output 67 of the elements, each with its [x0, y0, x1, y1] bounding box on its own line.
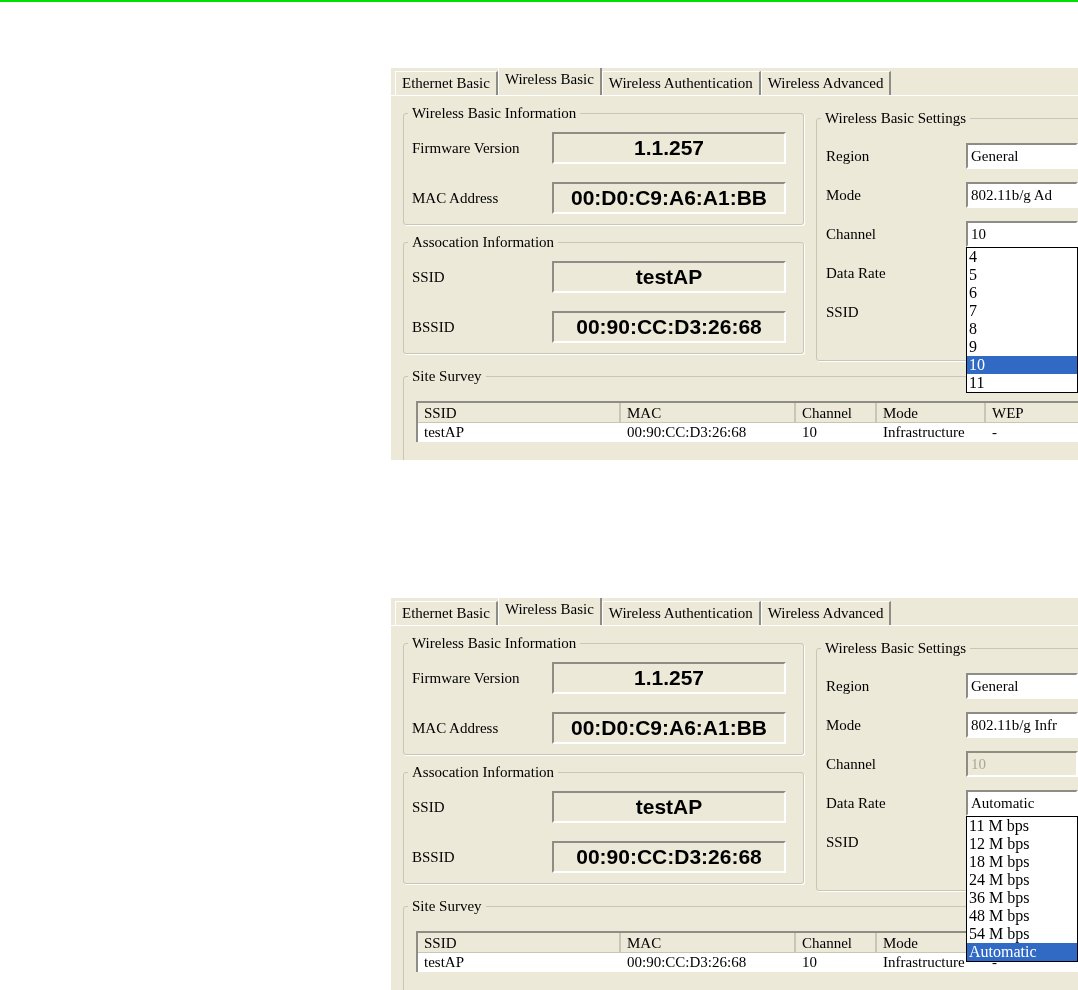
field-label: Channel — [826, 224, 877, 244]
table-cell-text: 00:90:CC:D3:26:68 — [626, 953, 748, 972]
column-header[interactable]: MAC — [621, 403, 796, 423]
tab[interactable]: Ethernet Basic — [395, 601, 498, 625]
tab[interactable]: Wireless Authentication — [601, 601, 761, 625]
field-label: Firmware Version — [412, 668, 521, 688]
column-header[interactable]: SSID — [418, 403, 621, 423]
field-label: Channel — [826, 754, 877, 774]
dropdown-field[interactable]: General — [966, 143, 1078, 169]
readonly-value: 00:90:CC:D3:26:68 — [552, 841, 786, 873]
tab[interactable]: Ethernet Basic — [395, 71, 498, 95]
group-title: Site Survey — [411, 367, 483, 385]
field-label: Data Rate — [826, 793, 887, 813]
tab[interactable]: Wireless Basic — [497, 68, 602, 95]
group-title: Wireless Basic Settings — [824, 109, 968, 127]
field-label: Mode — [826, 715, 862, 735]
group-title: Site Survey — [411, 897, 483, 915]
field-label: MAC Address — [412, 718, 500, 738]
tab[interactable]: Wireless Advanced — [760, 71, 892, 95]
column-header[interactable]: SSID — [418, 933, 621, 953]
tab[interactable]: Wireless Basic — [497, 598, 602, 625]
column-header[interactable]: MAC — [621, 933, 796, 953]
readonly-value: testAP — [552, 261, 786, 293]
table-cell-text: Infrastructure — [882, 953, 966, 972]
tab[interactable]: Wireless Advanced — [760, 601, 892, 625]
tab[interactable]: Wireless Authentication — [601, 71, 761, 95]
readonly-value: 00:D0:C9:A6:A1:BB — [552, 712, 786, 744]
field-label: Firmware Version — [412, 138, 521, 158]
group-title: Wireless Basic Information — [411, 634, 578, 652]
table-cell-text: 10 — [801, 423, 818, 442]
dropdown-field[interactable]: 10 — [966, 221, 1078, 247]
readonly-value: 1.1.257 — [552, 662, 786, 694]
dropdown-field[interactable]: 802.11b/g Ad — [966, 182, 1078, 208]
field-label: Mode — [826, 185, 862, 205]
group-title: Assocation Information — [411, 763, 556, 781]
column-header[interactable]: Channel — [796, 933, 877, 953]
dropdown-field[interactable]: General — [966, 673, 1078, 699]
dropdown-option[interactable]: 10 — [967, 356, 1077, 374]
field-label: Data Rate — [826, 263, 887, 283]
field-label: SSID — [826, 302, 860, 322]
table-cell-text: - — [991, 423, 998, 442]
group-title: Wireless Basic Settings — [824, 639, 968, 657]
field-label: Region — [826, 676, 871, 696]
dropdown-field[interactable]: Automatic — [966, 790, 1078, 816]
field-label: BSSID — [412, 317, 456, 337]
column-header[interactable]: WEP — [986, 403, 1078, 423]
field-label: Region — [826, 146, 871, 166]
group-title: Assocation Information — [411, 233, 556, 251]
dropdown-option[interactable]: Automatic — [967, 943, 1077, 961]
table-cell-text: 10 — [801, 953, 818, 972]
column-header[interactable]: Channel — [796, 403, 877, 423]
field-label: MAC Address — [412, 188, 500, 208]
table-cell-text: testAP — [423, 423, 465, 442]
table-cell-text: Infrastructure — [882, 423, 966, 442]
readonly-value: 00:D0:C9:A6:A1:BB — [552, 182, 786, 214]
group-title: Wireless Basic Information — [411, 104, 578, 122]
table-cell-text: testAP — [423, 953, 465, 972]
column-header[interactable]: Mode — [877, 403, 986, 423]
readonly-value: 1.1.257 — [552, 132, 786, 164]
field-label: SSID — [412, 267, 446, 287]
field-label: SSID — [826, 832, 860, 852]
dropdown-field[interactable]: 802.11b/g Infr — [966, 712, 1078, 738]
readonly-value: testAP — [552, 791, 786, 823]
table-cell-text: 00:90:CC:D3:26:68 — [626, 423, 748, 442]
readonly-value: 00:90:CC:D3:26:68 — [552, 311, 786, 343]
field-label: BSSID — [412, 847, 456, 867]
field-label: SSID — [412, 797, 446, 817]
